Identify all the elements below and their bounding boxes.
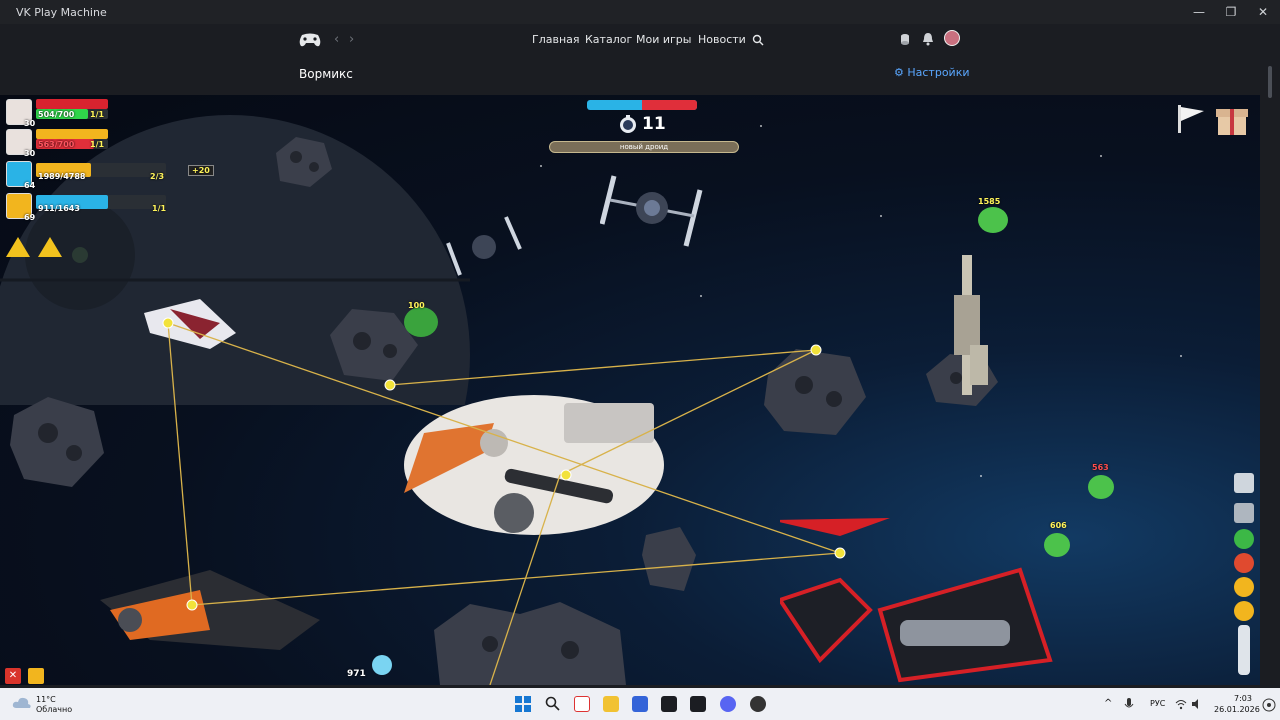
help-icon[interactable] (1234, 529, 1254, 549)
player-hp-bar (36, 99, 108, 109)
scrollbar-thumb[interactable] (1268, 66, 1272, 98)
language-indicator[interactable]: РУС (1150, 699, 1165, 708)
nav-item-news[interactable]: Новости (698, 33, 746, 46)
yandex-browser-icon[interactable] (574, 696, 590, 712)
settings-button[interactable]: ⚙ Настройки (894, 66, 970, 79)
game-title: Вормикс (299, 67, 353, 81)
gift-box-icon[interactable] (1214, 101, 1250, 137)
weather-temp: 11°C (36, 695, 56, 704)
window-title: VK Play Machine (16, 6, 107, 19)
gamepad-logo-icon[interactable] (298, 32, 322, 48)
back-arrow-icon[interactable]: ‹ (334, 32, 339, 47)
camera-alt-icon[interactable] (1234, 503, 1254, 523)
nav-item-catalog[interactable]: Каталог (585, 33, 632, 46)
chevron-up-icon[interactable]: ^ (1104, 698, 1112, 709)
player-hp-bar (36, 129, 108, 139)
wifi-icon[interactable] (1175, 698, 1187, 710)
windows-start-icon[interactable] (515, 696, 531, 712)
discord-icon[interactable] (720, 696, 736, 712)
worm-hp-label: 563 (1092, 463, 1109, 472)
worm-unit[interactable] (404, 307, 438, 337)
zoom-slider[interactable] (1238, 625, 1250, 675)
rope-network (162, 317, 846, 685)
search-icon[interactable] (752, 34, 764, 46)
player-count: 1/1 (90, 110, 105, 119)
notification-icon[interactable] (1262, 698, 1276, 712)
window-titlebar: VK Play Machine — ❐ ✕ (0, 0, 1280, 24)
worm-hp-label: 100 (408, 301, 425, 310)
file-explorer-icon[interactable] (603, 696, 619, 712)
coins-icon[interactable] (899, 33, 911, 47)
maximize-button[interactable]: ❐ (1215, 0, 1247, 24)
game-canvas[interactable]: 100 1585 606 563 30 504/700 1/1 30 563/7… (0, 95, 1260, 685)
surrender-button[interactable]: ✕ (5, 668, 21, 684)
flag-icon[interactable] (1174, 103, 1206, 133)
player-hp-text: 563/700 (38, 140, 75, 149)
search-icon[interactable] (545, 696, 561, 712)
player-count: 1/1 (152, 204, 167, 213)
bonus-icon[interactable] (1234, 577, 1254, 597)
chat-icon[interactable] (28, 668, 44, 684)
cloud-icon (12, 697, 31, 708)
player-level: 64 (24, 181, 36, 190)
close-window-button[interactable]: ✕ (1247, 0, 1279, 24)
droid-avatar (372, 655, 392, 675)
team-balance-fill (642, 100, 697, 110)
forward-arrow-icon[interactable]: › (349, 32, 354, 47)
player-hp-text: 504/700 (38, 110, 75, 119)
minimize-button[interactable]: — (1183, 0, 1215, 24)
player-hp-text: 1989/4788 (38, 172, 86, 181)
bonus-badge: +20 (188, 165, 214, 176)
stopwatch-icon (620, 115, 636, 133)
worm-hp-label: 606 (1050, 521, 1067, 530)
game-header: Вормикс ⚙ Настройки (0, 60, 1280, 95)
clock-date: 26.01.2026 (1214, 705, 1260, 714)
warning-icons (6, 237, 62, 257)
player-count: 1/1 (90, 140, 105, 149)
bottom-score: 971 (347, 669, 366, 679)
gear-icon: ⚙ (894, 66, 904, 79)
turn-banner: новый дроид (549, 141, 739, 153)
camera-icon[interactable] (1234, 473, 1254, 493)
worm-unit[interactable] (1044, 533, 1070, 557)
weather-desc: Облачно (36, 705, 73, 714)
volume-icon[interactable] (1191, 698, 1203, 710)
game-app-icon[interactable] (750, 696, 766, 712)
worm-hp-label: 1585 (978, 197, 1001, 206)
clock-time: 7:03 (1234, 694, 1252, 703)
microphone-icon[interactable] (1124, 697, 1134, 711)
app-icon[interactable] (632, 696, 648, 712)
player-level: 30 (24, 149, 36, 158)
player-level: 30 (24, 119, 36, 128)
top-navigation: ‹ › Главная Каталог Мои игры Новости (0, 24, 1280, 60)
user-avatar[interactable] (944, 30, 960, 46)
worm-unit[interactable] (1088, 475, 1114, 499)
nav-item-my-games[interactable]: Мои игры (636, 33, 691, 46)
settings-label: Настройки (907, 66, 970, 79)
nav-item-home[interactable]: Главная (532, 33, 580, 46)
team-balance-bar (587, 100, 697, 110)
player-level: 69 (24, 213, 36, 222)
vk-play-machine-icon[interactable] (690, 696, 706, 712)
shop-icon[interactable] (1234, 553, 1254, 573)
worm-unit[interactable] (978, 207, 1008, 233)
page-scrollbar[interactable] (1260, 60, 1280, 685)
player-hp-text: 911/1643 (38, 204, 80, 213)
vk-play-icon[interactable] (661, 696, 677, 712)
turn-timer: 11 (642, 114, 666, 134)
bell-icon[interactable] (922, 32, 934, 46)
player-count: 2/3 (150, 172, 165, 181)
os-taskbar: 11°C Облачно ^ РУС 7:03 26.01.2026 (0, 688, 1280, 720)
gear-bonus-icon[interactable] (1234, 601, 1254, 621)
